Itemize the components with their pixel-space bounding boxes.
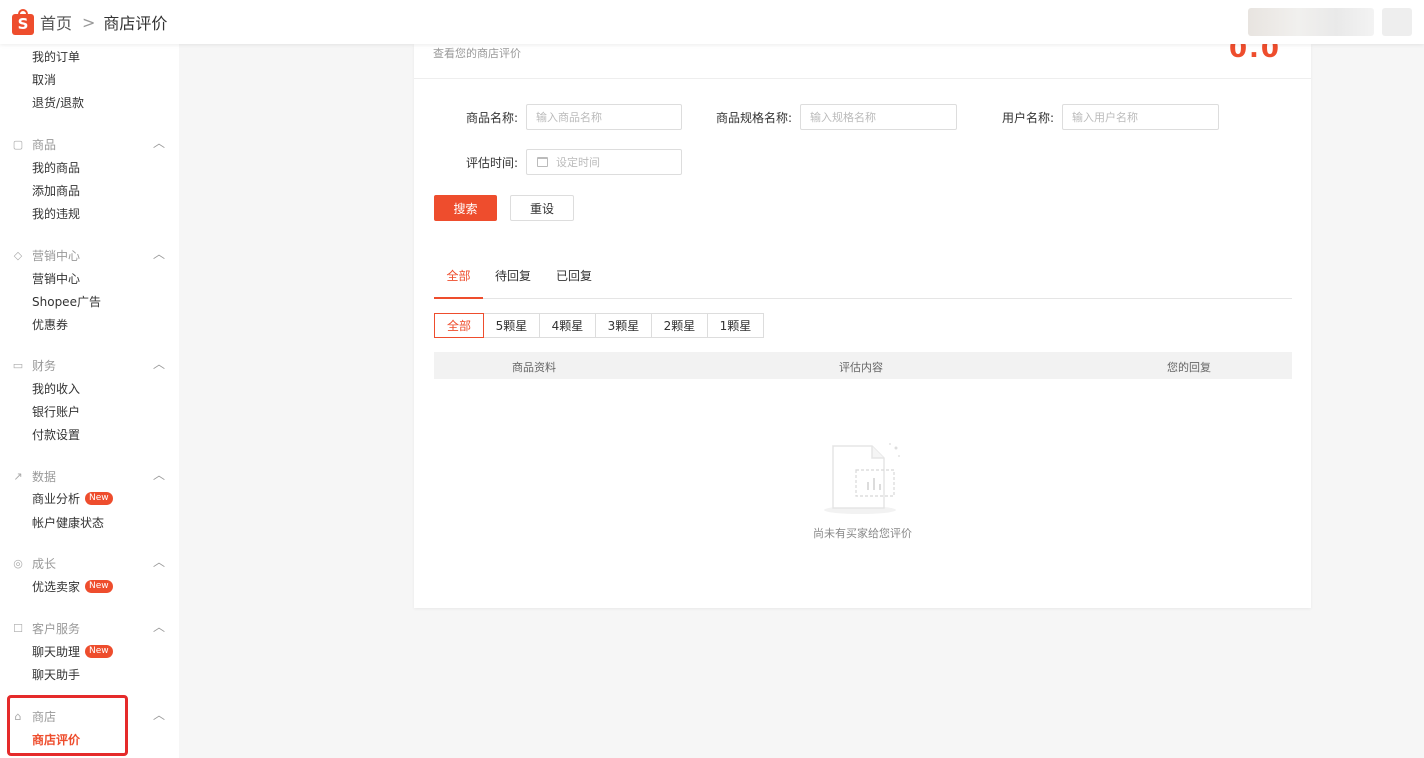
card-subtitle: 查看您的商店评价 <box>433 47 521 60</box>
sidebar-section-growth[interactable]: ◎ 成长 ︿ <box>12 555 167 572</box>
sidebar-section-label: 数据 <box>32 470 57 484</box>
new-badge: New <box>85 580 113 593</box>
product-name-input[interactable] <box>526 104 682 130</box>
rating-time-label: 评估时间: <box>465 156 518 170</box>
shopee-logo[interactable]: S <box>12 9 34 35</box>
sidebar-item-chat-assistant[interactable]: 聊天助理 New <box>32 643 113 660</box>
sidebar-section-finance[interactable]: ▭ 财务 ︿ <box>12 357 167 374</box>
sidebar-item-label: 聊天助理 <box>32 645 81 659</box>
sidebar-item-vouchers[interactable]: 优惠券 <box>32 316 68 333</box>
column-rating-content: 评估内容 <box>839 361 883 374</box>
column-product-info: 商品资料 <box>512 361 556 374</box>
product-icon: ▢ <box>12 137 24 151</box>
sidebar-item-my-products[interactable]: 我的商品 <box>32 159 80 176</box>
growth-icon: ◎ <box>13 556 23 570</box>
tab-pending-reply[interactable]: 待回复 <box>495 267 531 299</box>
sidebar: 我的订单 取消 退货/退款 ▢ 商品 ︿ 我的商品 添加商品 我的违规 ◇ 营销… <box>0 44 179 758</box>
sidebar-item-cancel[interactable]: 取消 <box>32 71 56 88</box>
sidebar-section-customer-service[interactable]: ☐ 客户服务 ︿ <box>12 620 167 637</box>
chevron-up-icon[interactable]: ︿ <box>153 466 165 483</box>
sidebar-section-label: 商品 <box>32 138 57 152</box>
chevron-up-icon[interactable]: ︿ <box>153 553 165 570</box>
column-your-reply: 您的回复 <box>1167 361 1211 374</box>
sidebar-item-my-orders[interactable]: 我的订单 <box>32 48 80 65</box>
sidebar-item-violations[interactable]: 我的违规 <box>32 205 80 222</box>
sidebar-item-business-insights[interactable]: 商业分析 New <box>32 490 113 507</box>
tab-replied[interactable]: 已回复 <box>556 267 592 299</box>
spec-name-label: 商品规格名称: <box>715 111 792 125</box>
calendar-icon <box>537 157 548 167</box>
reply-status-tabs: 全部 待回复 已回复 <box>434 265 1292 299</box>
sidebar-section-label: 营销中心 <box>32 249 81 263</box>
star-filter-3[interactable]: 3颗星 <box>595 313 652 338</box>
reset-button[interactable]: 重设 <box>510 195 574 221</box>
top-header: S 首页 > 商店评价 <box>0 0 1424 44</box>
chevron-up-icon[interactable]: ︿ <box>153 245 165 262</box>
chevron-up-icon[interactable]: ︿ <box>153 355 165 372</box>
account-info-blurred[interactable] <box>1248 8 1374 36</box>
tag-icon: ◇ <box>13 248 23 262</box>
sidebar-item-returns[interactable]: 退货/退款 <box>32 94 84 111</box>
sidebar-section-marketing[interactable]: ◇ 营销中心 ︿ <box>12 247 167 264</box>
empty-document-icon <box>824 443 900 514</box>
sidebar-section-product[interactable]: ▢ 商品 ︿ <box>12 136 167 153</box>
logo-bag: S <box>12 14 34 35</box>
spec-name-input[interactable] <box>800 104 957 130</box>
user-name-label: 用户名称: <box>1001 111 1054 125</box>
rating-time-picker[interactable]: 设定时间 <box>526 149 682 175</box>
new-badge: New <box>85 492 113 505</box>
card-divider <box>414 78 1311 79</box>
chart-icon: ↗ <box>13 469 23 483</box>
star-filter-all[interactable]: 全部 <box>434 313 484 338</box>
page-title: 商店评价 <box>103 14 168 33</box>
service-icon: ☐ <box>13 621 23 635</box>
sidebar-item-payment-settings[interactable]: 付款设置 <box>32 426 80 443</box>
sidebar-item-my-income[interactable]: 我的收入 <box>32 380 80 397</box>
breadcrumb-separator: > <box>82 12 96 32</box>
star-filter-2[interactable]: 2颗星 <box>651 313 708 338</box>
chevron-up-icon[interactable]: ︿ <box>153 706 165 723</box>
star-filter-5[interactable]: 5颗星 <box>483 313 540 338</box>
star-filter-4[interactable]: 4颗星 <box>539 313 596 338</box>
sidebar-item-account-health[interactable]: 帐户健康状态 <box>32 514 104 531</box>
account-avatar-blurred[interactable] <box>1382 8 1412 36</box>
tab-all[interactable]: 全部 <box>434 267 483 299</box>
star-filter-group: 全部 5颗星 4颗星 3颗星 2颗星 1颗星 <box>434 313 764 338</box>
sidebar-item-add-product[interactable]: 添加商品 <box>32 182 80 199</box>
date-placeholder: 设定时间 <box>556 156 600 169</box>
sidebar-item-marketing-center[interactable]: 营销中心 <box>32 270 80 287</box>
empty-state-text: 尚未有买家给您评价 <box>813 527 912 540</box>
table-header: 商品资料 评估内容 您的回复 <box>434 352 1292 379</box>
breadcrumb-home[interactable]: 首页 <box>40 10 72 34</box>
wallet-icon: ▭ <box>12 358 24 372</box>
shop-rating-card: 查看您的商店评价 0.0 商品名称: 商品规格名称: 用户名称: 评估时间: 设… <box>414 34 1311 608</box>
sidebar-section-label: 财务 <box>32 359 57 373</box>
sidebar-item-shopee-ads[interactable]: Shopee广告 <box>32 293 101 310</box>
sidebar-item-preferred-seller[interactable]: 优选卖家 New <box>32 578 113 595</box>
sidebar-section-label: 成长 <box>32 557 57 571</box>
sidebar-item-bank-account[interactable]: 银行账户 <box>32 403 80 420</box>
sidebar-item-label: 优选卖家 <box>32 580 81 594</box>
sidebar-section-data[interactable]: ↗ 数据 ︿ <box>12 468 167 485</box>
sidebar-item-label: 商业分析 <box>32 492 81 506</box>
star-filter-1[interactable]: 1颗星 <box>707 313 764 338</box>
user-name-input[interactable] <box>1062 104 1219 130</box>
sidebar-item-chat-helper[interactable]: 聊天助手 <box>32 666 80 683</box>
chevron-up-icon[interactable]: ︿ <box>153 618 165 635</box>
chevron-up-icon[interactable]: ︿ <box>153 134 165 151</box>
search-button[interactable]: 搜索 <box>434 195 497 221</box>
product-name-label: 商品名称: <box>465 111 518 125</box>
new-badge: New <box>85 645 113 658</box>
highlight-annotation-box <box>7 695 128 756</box>
account-area <box>1248 8 1412 36</box>
sidebar-section-label: 客户服务 <box>32 622 81 636</box>
